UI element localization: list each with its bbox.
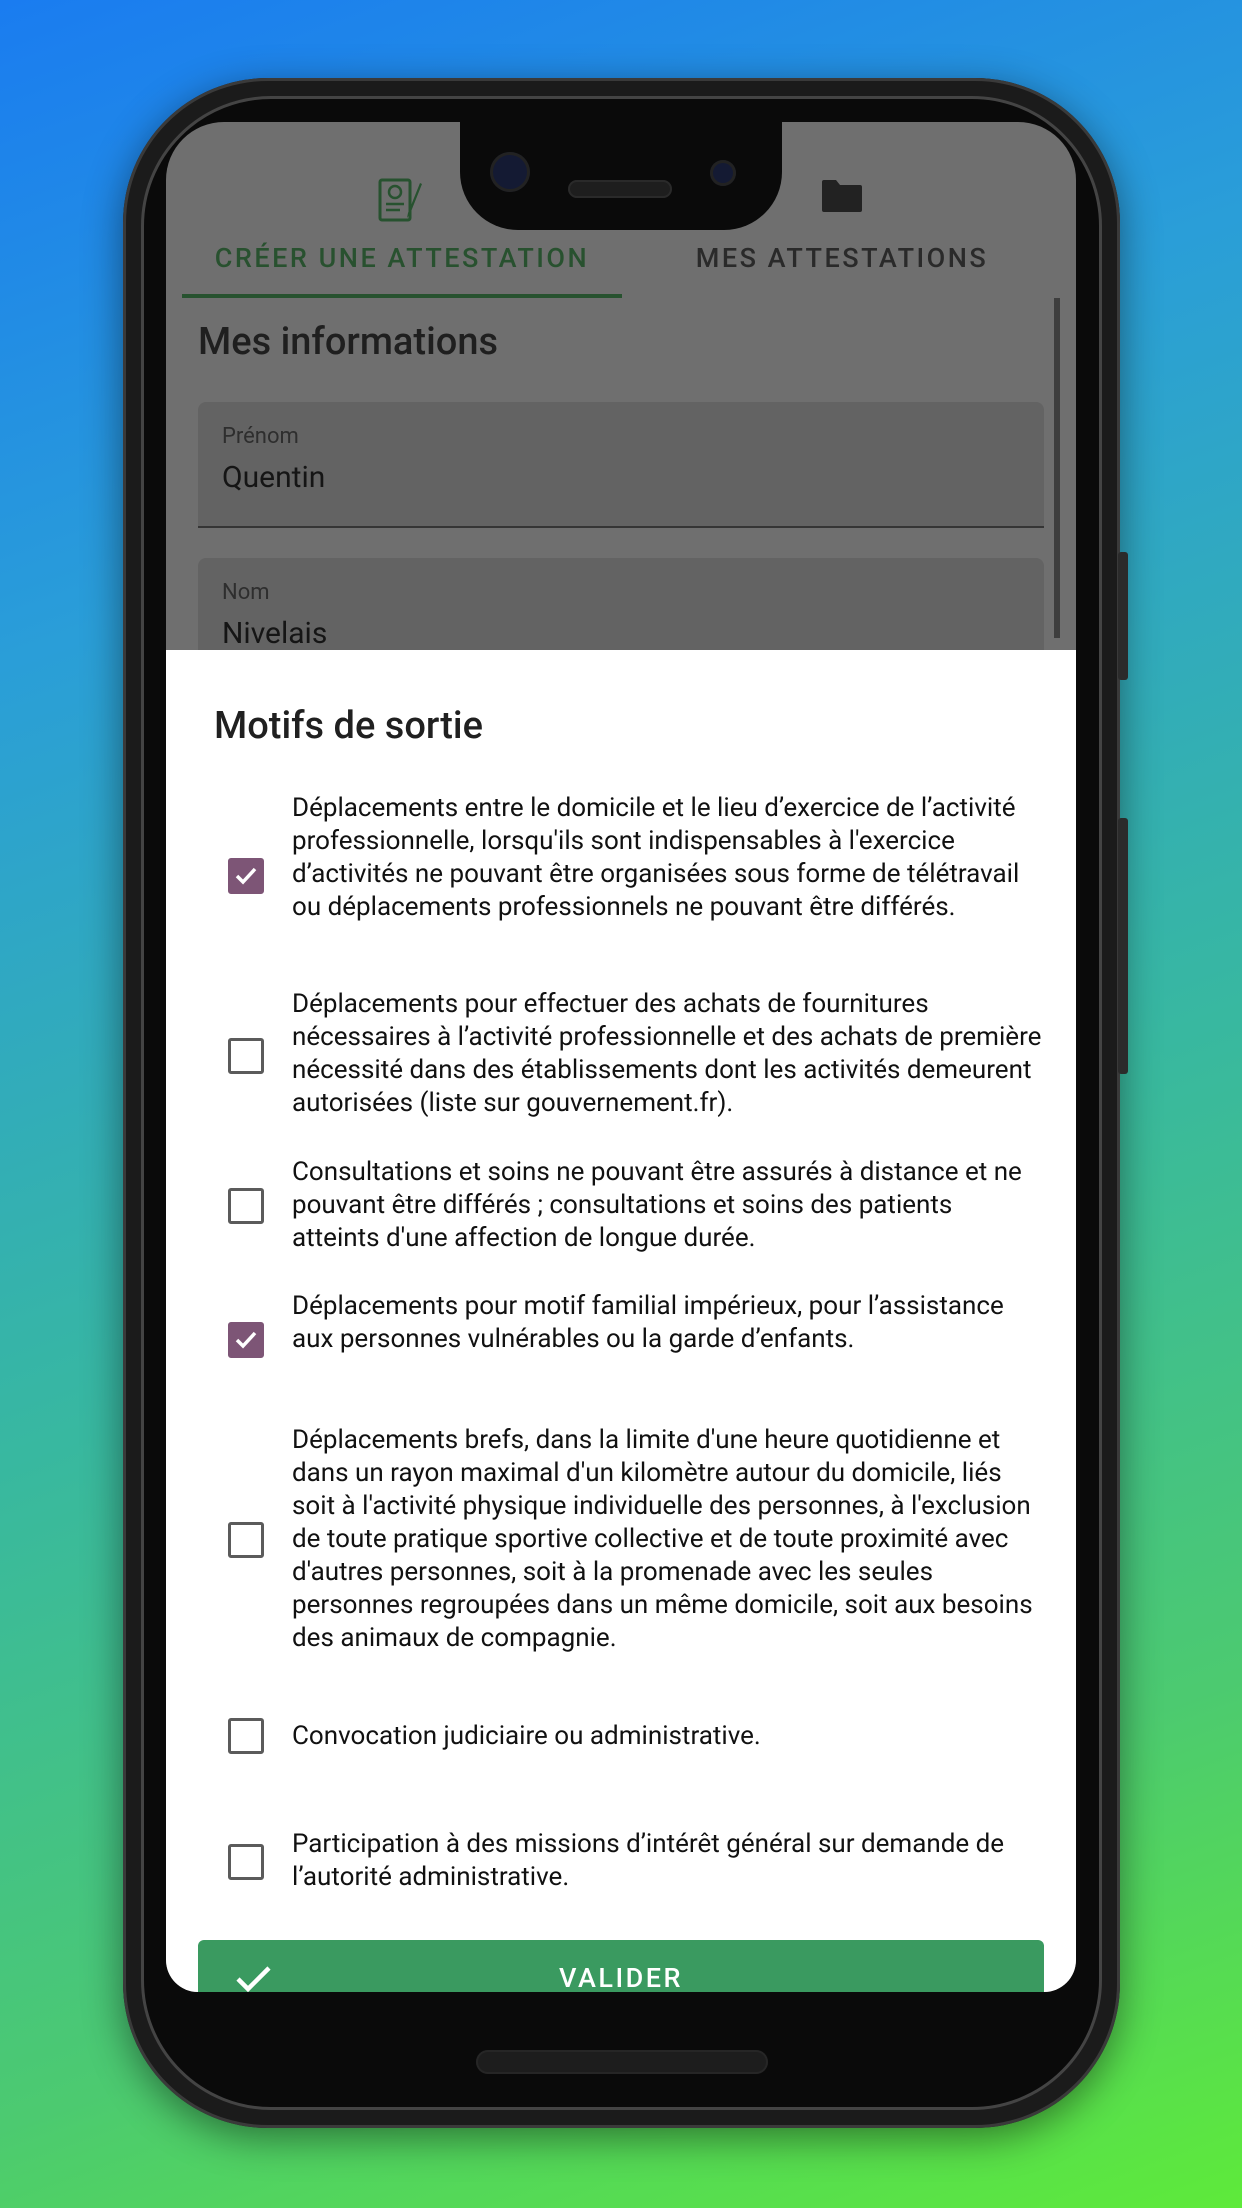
reasons-bottom-sheet: Motifs de sortie Déplacements entre le d… (166, 650, 1076, 1992)
phone-notch (460, 122, 782, 230)
reason-text: Convocation judiciaire ou administrative… (292, 1721, 761, 1751)
reason-text: Participation à des missions d’intérêt g… (292, 1829, 1005, 1892)
tab-create-label: CRÉER UNE ATTESTATION (214, 242, 590, 274)
reason-checkbox[interactable] (228, 1522, 264, 1558)
sensor (710, 160, 736, 186)
reason-text: Déplacements pour motif familial impérie… (292, 1291, 1004, 1354)
certificate-icon (376, 174, 428, 230)
sheet-title: Motifs de sortie (214, 704, 483, 748)
tab-my-attestations-label: MES ATTESTATIONS (695, 242, 989, 274)
reason-checkbox[interactable] (228, 858, 264, 894)
power-button (1118, 552, 1128, 680)
reason-option[interactable]: Déplacements pour motif familial impérie… (228, 1290, 1038, 1394)
last-name-value: Nivelais (222, 616, 328, 651)
reason-option[interactable]: Déplacements pour effectuer des achats d… (228, 988, 1041, 1128)
reason-text: Déplacements pour effectuer des achats d… (292, 989, 1042, 1118)
reason-option[interactable]: Participation à des missions d’intérêt g… (228, 1828, 1038, 1898)
reason-text: Déplacements brefs, dans la limite d'une… (292, 1425, 1033, 1653)
scrollbar[interactable] (1054, 298, 1060, 638)
reason-checkbox[interactable] (228, 1038, 264, 1074)
reason-checkbox[interactable] (228, 1188, 264, 1224)
app-screen: CRÉER UNE ATTESTATION MES ATTESTATIONS M… (166, 122, 1076, 1992)
folder-icon (820, 178, 864, 218)
reason-option[interactable]: Déplacements entre le domicile et le lie… (228, 792, 1038, 962)
reason-text: Consultations et soins ne pouvant être a… (292, 1157, 1022, 1253)
volume-button (1118, 818, 1128, 1074)
reason-option[interactable]: Convocation judiciaire ou administrative… (228, 1718, 1038, 1758)
active-tab-indicator (182, 294, 622, 298)
validate-label: VALIDER (559, 1962, 683, 1992)
earpiece-speaker (568, 180, 672, 198)
reason-option[interactable]: Consultations et soins ne pouvant être a… (228, 1156, 1038, 1260)
first-name-label: Prénom (222, 424, 299, 449)
front-camera (490, 152, 530, 192)
section-title: Mes informations (198, 320, 499, 364)
validate-button[interactable]: VALIDER (198, 1940, 1044, 1992)
bottom-speaker-grille (476, 2050, 768, 2074)
first-name-value: Quentin (222, 460, 326, 495)
first-name-field[interactable]: Prénom Quentin (198, 402, 1044, 528)
last-name-label: Nom (222, 580, 270, 605)
reason-option[interactable]: Déplacements brefs, dans la limite d'une… (228, 1424, 1038, 1660)
reason-checkbox[interactable] (228, 1718, 264, 1754)
reason-checkbox[interactable] (228, 1322, 264, 1358)
reason-checkbox[interactable] (228, 1844, 264, 1880)
reason-text: Déplacements entre le domicile et le lie… (292, 793, 1020, 922)
